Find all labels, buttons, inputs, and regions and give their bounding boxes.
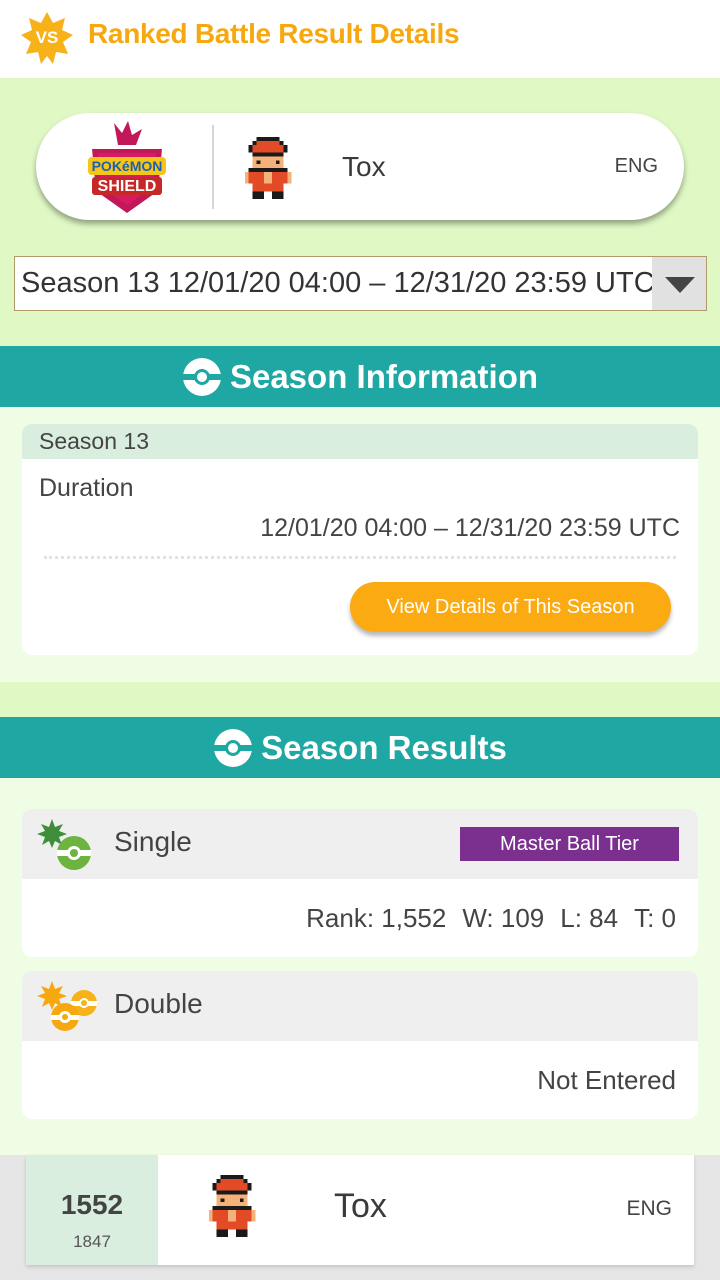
double-battle-card[interactable]: Double Not Entered: [22, 971, 698, 1119]
bottom-language-code: ENG: [626, 1197, 672, 1220]
season-label: Season 13: [22, 424, 698, 459]
single-battle-label: Single: [114, 826, 192, 857]
single-battle-stats: Rank: 1,552 W: 109 L: 84 T: 0: [290, 903, 676, 934]
pokemon-shield-logo-icon: POKéMON SHIELD: [84, 119, 170, 215]
season-select-toggle[interactable]: [652, 257, 706, 310]
double-battle-status: Not Entered: [537, 1065, 676, 1095]
season-select-value: Season 13 12/01/20 04:00 – 12/31/20 23:5…: [21, 267, 655, 299]
page-title: Ranked Battle Result Details: [88, 18, 460, 49]
svg-text:POKéMON: POKéMON: [92, 158, 163, 174]
trainer-sprite-icon: [204, 1175, 260, 1237]
bottom-profile-card[interactable]: 1552 1847 Tox ENG: [26, 1155, 694, 1265]
wins-value: W: 109: [462, 903, 545, 933]
card-divider: [212, 125, 214, 209]
bottom-trainer-name: Tox: [334, 1187, 387, 1225]
rank-number: 1552: [60, 1189, 124, 1220]
view-season-details-button[interactable]: View Details of This Season: [350, 582, 671, 632]
single-battle-card[interactable]: Single Master Ball Tier Rank: 1,552 W: 10…: [22, 809, 698, 957]
vs-badge-text: VS: [35, 28, 59, 47]
pokeball-icon: [214, 728, 253, 767]
ties-value: T: 0: [634, 903, 676, 933]
tier-badge: Master Ball Tier: [460, 827, 679, 861]
top-bar: VS Ranked Battle Result Details: [0, 0, 720, 78]
language-code: ENG: [614, 155, 658, 177]
duration-label: Duration: [39, 474, 134, 502]
section-title: Season Information: [229, 357, 539, 395]
trainer-name: Tox: [342, 151, 386, 182]
rank-value: Rank: 1,552: [306, 903, 447, 933]
double-battle-header: Double: [22, 971, 698, 1041]
rating-number: 1847: [73, 1232, 111, 1251]
season-info-card: Season 13 Duration 12/01/20 04:00 – 12/3…: [22, 424, 698, 655]
pokeball-icon: [182, 357, 221, 396]
chevron-down-icon: [665, 277, 695, 293]
season-select[interactable]: Season 13 12/01/20 04:00 – 12/31/20 23:5…: [14, 256, 707, 311]
trainer-sprite-icon: [240, 137, 296, 199]
section-gap: [0, 682, 720, 717]
svg-text:SHIELD: SHIELD: [98, 178, 157, 195]
rating-box: 1552 1847: [26, 1155, 158, 1265]
single-battle-icon: [37, 819, 91, 870]
profile-card[interactable]: POKéMON SHIELD Tox ENG: [36, 113, 684, 220]
section-title: Season Results: [261, 728, 507, 766]
duration-value: 12/01/20 04:00 – 12/31/20 23:59 UTC: [260, 514, 680, 542]
double-battle-icon: [37, 981, 97, 1031]
season-information-header: Season Information: [0, 346, 720, 407]
season-results-header: Season Results: [0, 717, 720, 778]
double-battle-label: Double: [114, 988, 203, 1019]
losses-value: L: 84: [560, 903, 619, 933]
single-battle-header: Single Master Ball Tier: [22, 809, 698, 879]
vs-badge-icon: VS: [20, 11, 74, 65]
dotted-divider: [44, 556, 676, 559]
